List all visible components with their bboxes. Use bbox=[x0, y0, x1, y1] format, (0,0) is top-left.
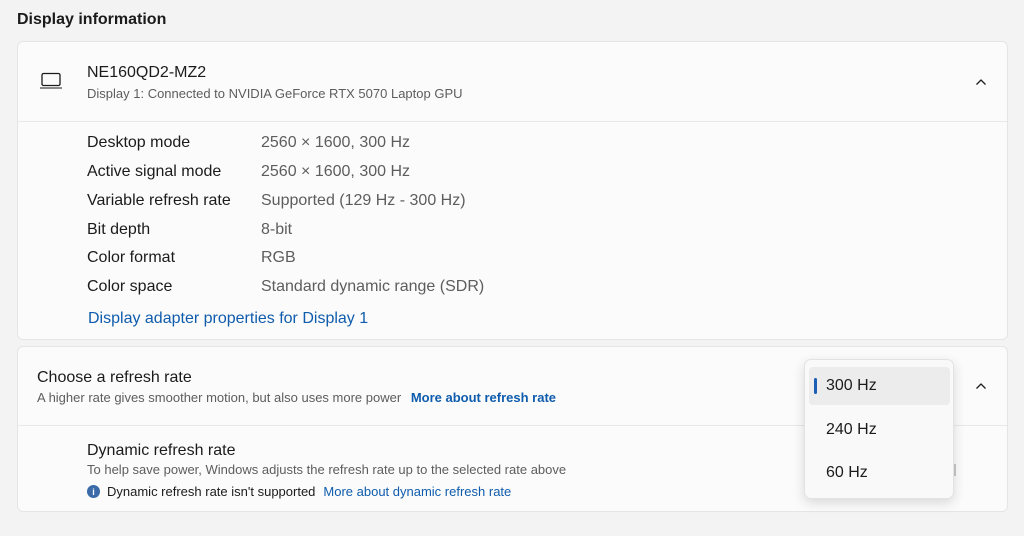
chevron-up-icon[interactable] bbox=[974, 75, 988, 89]
chevron-up-icon[interactable] bbox=[974, 379, 988, 393]
laptop-icon bbox=[40, 72, 62, 89]
monitor-name: NE160QD2-MZ2 bbox=[87, 64, 207, 81]
dynamic-refresh-status-text: Dynamic refresh rate isn't supported bbox=[107, 484, 316, 499]
dynamic-refresh-description: To help save power, Windows adjusts the … bbox=[87, 462, 567, 477]
info-label: Bit depth bbox=[87, 221, 151, 238]
info-label: Color space bbox=[87, 278, 173, 295]
info-value: Supported (129 Hz - 300 Hz) bbox=[261, 192, 466, 209]
more-about-refresh-rate-link[interactable]: More about refresh rate bbox=[411, 390, 556, 405]
display-header[interactable]: NE160QD2-MZ2 Display 1: Connected to NVI… bbox=[18, 42, 1007, 122]
refresh-option-240hz[interactable]: 240 Hz bbox=[809, 411, 950, 449]
toggle-edge bbox=[954, 464, 956, 476]
info-value: 8-bit bbox=[261, 221, 293, 238]
info-label: Desktop mode bbox=[87, 134, 191, 151]
info-icon: i bbox=[87, 485, 100, 498]
dynamic-refresh-title: Dynamic refresh rate bbox=[87, 442, 236, 459]
refresh-option-60hz[interactable]: 60 Hz bbox=[809, 454, 950, 492]
more-about-dynamic-refresh-link[interactable]: More about dynamic refresh rate bbox=[323, 484, 511, 499]
refresh-rate-dropdown[interactable]: 300 Hz 240 Hz 60 Hz bbox=[804, 359, 954, 499]
info-value: Standard dynamic range (SDR) bbox=[261, 278, 485, 295]
display-card: NE160QD2-MZ2 Display 1: Connected to NVI… bbox=[17, 41, 1008, 340]
info-label: Color format bbox=[87, 249, 176, 266]
refresh-rate-title: Choose a refresh rate bbox=[37, 369, 192, 386]
refresh-rate-subtitle: A higher rate gives smoother motion, but… bbox=[37, 390, 402, 405]
section-title: Display information bbox=[17, 11, 167, 28]
info-value: RGB bbox=[261, 249, 296, 266]
monitor-connection: Display 1: Connected to NVIDIA GeForce R… bbox=[87, 86, 463, 101]
info-value: 2560 × 1600, 300 Hz bbox=[261, 134, 411, 151]
dynamic-refresh-status: i Dynamic refresh rate isn't supported M… bbox=[87, 484, 511, 499]
refresh-rate-description: A higher rate gives smoother motion, but… bbox=[37, 390, 556, 405]
display-adapter-properties-link[interactable]: Display adapter properties for Display 1 bbox=[88, 310, 368, 328]
info-value: 2560 × 1600, 300 Hz bbox=[261, 163, 411, 180]
info-label: Variable refresh rate bbox=[87, 192, 231, 209]
info-label: Active signal mode bbox=[87, 163, 222, 180]
refresh-option-300hz[interactable]: 300 Hz bbox=[809, 367, 950, 405]
